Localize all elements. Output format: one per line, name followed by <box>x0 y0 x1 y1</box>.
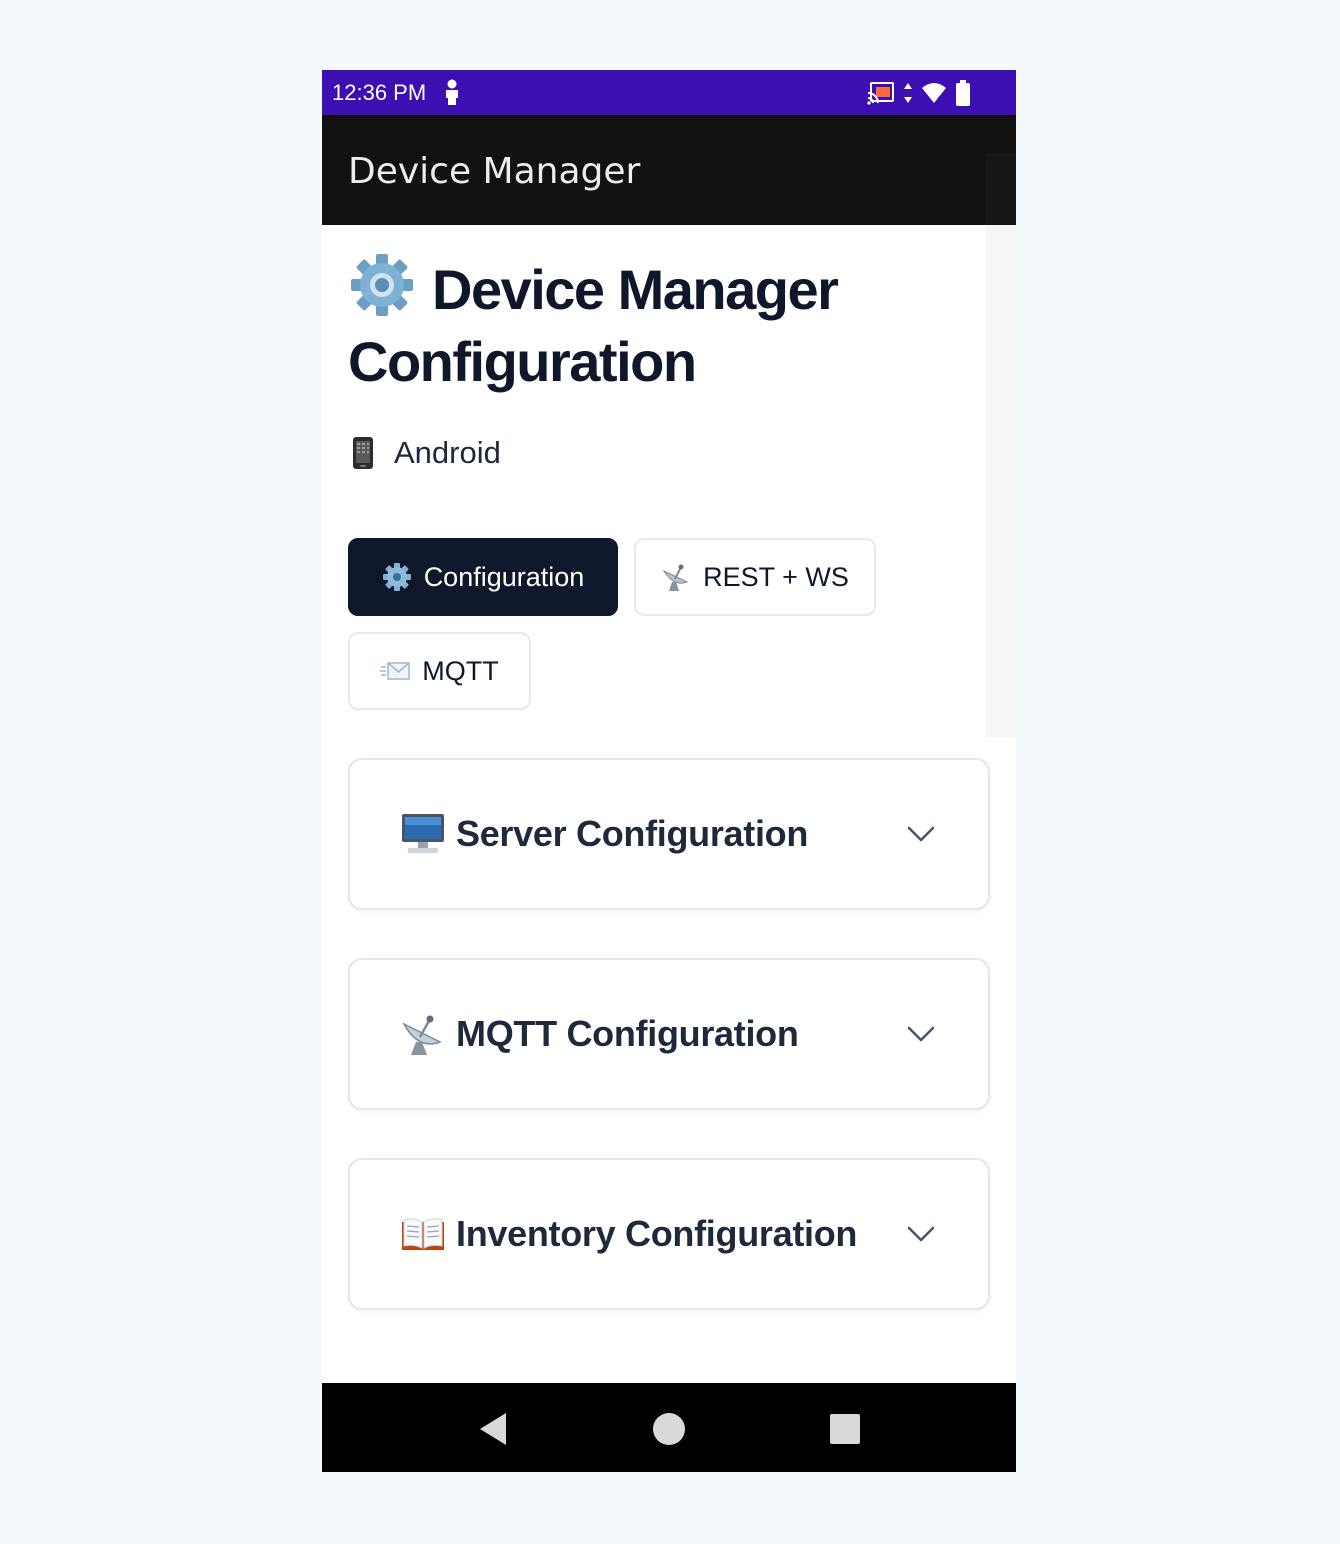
data-arrows-icon <box>904 83 912 103</box>
app-bar: Device Manager <box>322 115 1016 225</box>
mobile-phone-icon <box>353 437 373 469</box>
status-bar: 12:36 PM 6 <box>322 70 1016 115</box>
satellite-antenna-icon <box>402 1015 442 1055</box>
scrollbar-track[interactable] <box>986 225 1016 737</box>
section-title: Inventory Configuration <box>456 1213 858 1254</box>
chevron-down-icon[interactable] <box>906 1024 936 1044</box>
section-mqtt-configuration[interactable]: MQTT Configuration <box>348 958 990 1110</box>
section-inventory-configuration[interactable]: Inventory Configuration <box>348 1158 990 1310</box>
section-title: MQTT Configuration <box>456 1013 799 1054</box>
battery-icon <box>956 80 970 106</box>
chevron-down-icon[interactable] <box>906 1224 936 1244</box>
satellite-antenna-icon <box>662 564 689 591</box>
page-title: Device Manager Configuration <box>348 253 948 398</box>
app-bar-edge <box>986 153 1016 225</box>
gear-icon <box>351 254 413 316</box>
platform-info: Android <box>352 433 501 473</box>
device-screen: 12:36 PM 6 Device Manager Device Manager… <box>322 70 1016 1472</box>
status-icons: 6 <box>867 80 971 106</box>
chevron-down-icon[interactable] <box>906 824 936 844</box>
wifi-icon: 6 <box>922 83 946 105</box>
desktop-computer-icon <box>402 814 444 853</box>
section-title: Server Configuration <box>456 813 809 854</box>
main-content: Device Manager Configuration Android Con… <box>322 225 1016 1472</box>
gear-icon <box>382 563 411 591</box>
page-title-text: Device Manager Configuration <box>348 258 839 393</box>
svg-text:6: 6 <box>937 95 942 105</box>
person-icon <box>446 79 458 105</box>
navigation-bar <box>322 1383 1016 1472</box>
section-server-configuration[interactable]: Server Configuration <box>348 758 990 910</box>
recents-icon[interactable] <box>829 1413 861 1445</box>
open-book-icon <box>402 1218 444 1250</box>
envelope-icon <box>380 662 410 680</box>
tab-mqtt[interactable]: MQTT <box>348 632 531 710</box>
status-time: 12:36 PM <box>332 80 427 105</box>
back-icon[interactable] <box>476 1411 508 1447</box>
cast-icon <box>867 82 894 105</box>
tab-rest-ws[interactable]: REST + WS <box>634 538 876 616</box>
tab-label: Configuration <box>423 561 585 592</box>
app-bar-title: Device Manager <box>348 151 641 192</box>
tab-configuration[interactable]: Configuration <box>348 538 618 616</box>
home-icon[interactable] <box>651 1411 687 1447</box>
tab-label: REST + WS <box>703 561 849 592</box>
platform-label: Android <box>394 435 501 470</box>
tab-label: MQTT <box>422 655 499 686</box>
